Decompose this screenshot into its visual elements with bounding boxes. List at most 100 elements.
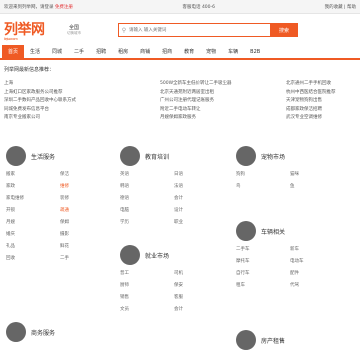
- category-link[interactable]: 二手车: [236, 246, 290, 254]
- category-link[interactable]: 回收: [6, 255, 60, 263]
- panel-title[interactable]: 教育培训: [145, 152, 169, 161]
- hot-link[interactable]: 成都家政保洁招聘: [286, 106, 356, 115]
- category-link[interactable]: 维修: [60, 183, 114, 191]
- nav-item-franchise[interactable]: 招商: [156, 45, 178, 59]
- category-link[interactable]: 法语: [174, 183, 228, 191]
- category-thumbnail: [236, 330, 256, 350]
- category-link[interactable]: 电动车: [290, 258, 344, 266]
- category-link[interactable]: 韩语: [120, 183, 174, 191]
- panel-links: 搬家 保洁 家政 维修 家电维修 装修 开锁 疏通 月嫂 保姆 婚庆 摄影 礼品…: [6, 171, 114, 263]
- hot-link[interactable]: 上海虹口区家政服务公司推荐: [4, 89, 154, 98]
- hot-link[interactable]: 南京专业搬家公司: [4, 114, 154, 123]
- hot-link[interactable]: 月嫂保姆家政服务: [160, 114, 280, 123]
- category-link[interactable]: 文员: [120, 306, 174, 314]
- category-link[interactable]: 月嫂: [6, 219, 60, 227]
- top-bar: 欢迎来到列举网，请登录 免费注册 客服电话 400-6 我的收藏 | 帮助: [0, 0, 360, 14]
- logo-text: 列举网: [4, 22, 45, 38]
- category-thumbnail: [6, 146, 26, 166]
- category-link[interactable]: 装修: [60, 195, 114, 203]
- hot-link[interactable]: 500W全新车主低价转让二手吸尘器: [160, 80, 280, 89]
- nav-item-second-hand[interactable]: 二手: [68, 45, 90, 59]
- panel-title[interactable]: 房产租售: [261, 336, 285, 345]
- category-link[interactable]: 摩托车: [236, 258, 290, 266]
- panel-title[interactable]: 生活服务: [31, 152, 55, 161]
- search-bar: ⚲ 搜索: [118, 23, 298, 37]
- hot-link[interactable]: 广州公司注册代理记账服务: [160, 97, 280, 106]
- category-link[interactable]: 礼品: [6, 243, 60, 251]
- category-link[interactable]: 厨师: [120, 282, 174, 290]
- category-link[interactable]: 保洁: [60, 171, 114, 179]
- nav-item-home[interactable]: 首页: [2, 45, 25, 59]
- category-link[interactable]: 保姆: [60, 219, 114, 227]
- category-link[interactable]: 保安: [174, 282, 228, 290]
- panel-links: 英语 日语 韩语 法语 德语 会计 电脑 设计 学历 职业: [120, 171, 228, 227]
- nav-item-rent[interactable]: 租房: [112, 45, 134, 59]
- category-thumbnail: [236, 146, 256, 166]
- hot-link[interactable]: 北京通州二手手机回收: [286, 80, 356, 89]
- hot-title: 列举网最新信息推荐：: [4, 67, 55, 73]
- panel-title[interactable]: 商务服务: [31, 328, 55, 337]
- nav-item-pets[interactable]: 宠物: [200, 45, 222, 59]
- category-link[interactable]: 摄影: [60, 231, 114, 239]
- hot-link[interactable]: 天津宠物狗狗出售: [286, 97, 356, 106]
- category-link[interactable]: 设计: [174, 207, 228, 215]
- category-link[interactable]: 新车: [290, 246, 344, 254]
- nav-item-shops[interactable]: 商铺: [134, 45, 156, 59]
- category-link[interactable]: 日语: [174, 171, 228, 179]
- city-switcher[interactable]: 全国 切换城市: [60, 24, 88, 36]
- hot-link[interactable]: 上海: [4, 80, 154, 89]
- hot-link[interactable]: 深圳二手数码产品回收中心联系方式: [4, 97, 154, 106]
- panel-pets: 宠物市场 狗狗 猫咪 鸟 鱼: [236, 145, 344, 191]
- hot-link[interactable]: 杭州中西医结合医院推荐: [286, 89, 356, 98]
- category-link[interactable]: 会计: [174, 306, 228, 314]
- category-link[interactable]: 学历: [120, 219, 174, 227]
- category-link[interactable]: 德语: [120, 195, 174, 203]
- panel-title[interactable]: 宠物市场: [261, 152, 285, 161]
- register-link[interactable]: 免费注册: [55, 5, 73, 10]
- hot-link[interactable]: 附近二手电动车转让: [160, 106, 280, 115]
- top-right-links[interactable]: 我的收藏 | 帮助: [325, 4, 356, 10]
- nav-item-life[interactable]: 生活: [24, 45, 46, 59]
- category-link[interactable]: 代驾: [290, 282, 344, 290]
- category-link[interactable]: 婚庆: [6, 231, 60, 239]
- category-link[interactable]: 英语: [120, 171, 174, 179]
- site-logo[interactable]: 列举网 liejuw.com: [4, 19, 60, 41]
- panel-title[interactable]: 就业市场: [145, 251, 169, 260]
- nav-item-local[interactable]: 同城: [46, 45, 68, 59]
- category-link[interactable]: 职业: [174, 219, 228, 227]
- hot-link[interactable]: 同城免费发布信息平台: [4, 106, 154, 115]
- category-link[interactable]: 猫咪: [290, 171, 344, 179]
- nav-item-education[interactable]: 教育: [178, 45, 200, 59]
- category-link[interactable]: 鸟: [236, 183, 290, 191]
- panel-title[interactable]: 车辆相关: [261, 227, 285, 236]
- category-link[interactable]: 狗狗: [236, 171, 290, 179]
- hot-link[interactable]: 武汉专业空调维修: [286, 114, 356, 123]
- category-link[interactable]: 普工: [120, 270, 174, 278]
- panel-links: 普工 司机 厨师 保安 销售 客服 文员 会计: [120, 270, 228, 314]
- category-link[interactable]: 家政: [6, 183, 60, 191]
- search-input[interactable]: [129, 24, 270, 36]
- category-link[interactable]: 鲜花: [60, 243, 114, 251]
- panel-vehicles: 车辆相关 二手车 新车 摩托车 电动车 自行车 配件 租车 代驾: [236, 220, 344, 290]
- panel-header: 车辆相关: [236, 220, 344, 242]
- category-link[interactable]: 鱼: [290, 183, 344, 191]
- category-link[interactable]: 搬家: [6, 171, 60, 179]
- hot-link[interactable]: 北京天通苑附近两居室出租: [160, 89, 280, 98]
- category-link[interactable]: 司机: [174, 270, 228, 278]
- category-link[interactable]: 销售: [120, 294, 174, 302]
- category-link[interactable]: 租车: [236, 282, 290, 290]
- nav-item-b2b[interactable]: B2B: [244, 45, 266, 59]
- category-link[interactable]: 自行车: [236, 270, 290, 278]
- search-button[interactable]: 搜索: [270, 23, 298, 37]
- category-link[interactable]: 电脑: [120, 207, 174, 215]
- category-link[interactable]: 配件: [290, 270, 344, 278]
- category-link[interactable]: 开锁: [6, 207, 60, 215]
- category-link[interactable]: 客服: [174, 294, 228, 302]
- category-link[interactable]: 会计: [174, 195, 228, 203]
- header: 列举网 liejuw.com 全国 切换城市 ⚲ 搜索: [0, 14, 360, 46]
- nav-item-jobs[interactable]: 招聘: [90, 45, 112, 59]
- category-link[interactable]: 二手: [60, 255, 114, 263]
- nav-item-vehicles[interactable]: 车辆: [222, 45, 244, 59]
- category-link[interactable]: 家电维修: [6, 195, 60, 203]
- category-link[interactable]: 疏通: [60, 207, 114, 215]
